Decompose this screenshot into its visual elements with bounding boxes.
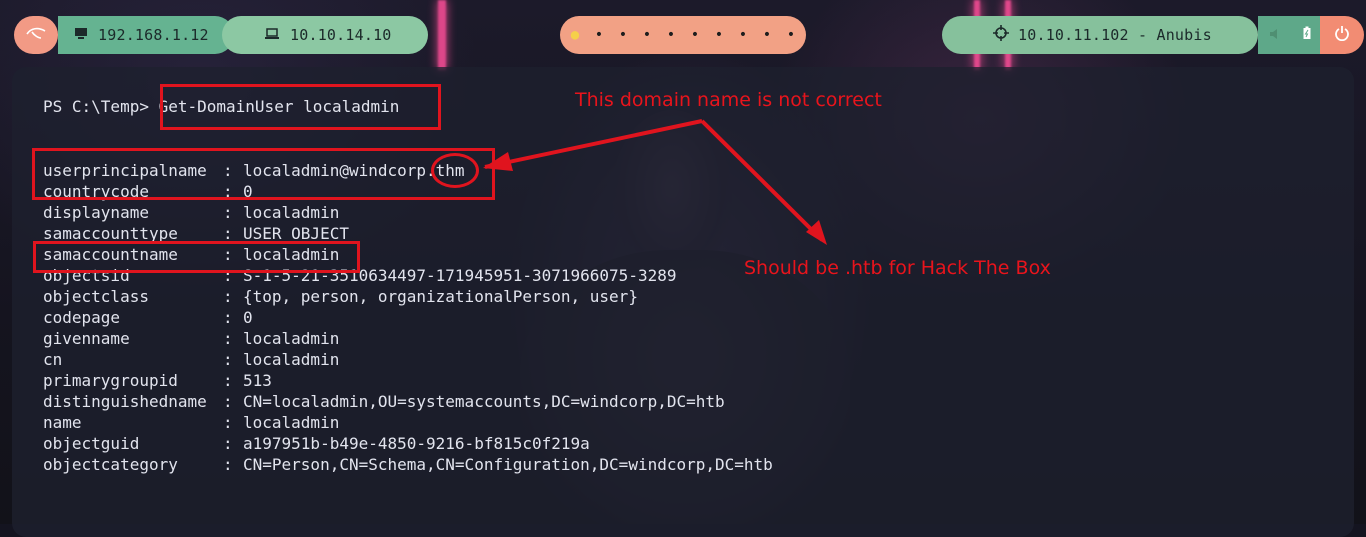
arrowhead xyxy=(483,152,513,171)
annotation-should-be-htb: Should be .htb for Hack The Box xyxy=(744,257,1051,279)
annotation-domain-incorrect: This domain name is not correct xyxy=(575,89,882,111)
arrow-to-note xyxy=(700,119,824,242)
arrowhead xyxy=(806,220,827,245)
arrow-to-domain xyxy=(484,119,703,169)
annotation-arrows xyxy=(483,119,827,245)
